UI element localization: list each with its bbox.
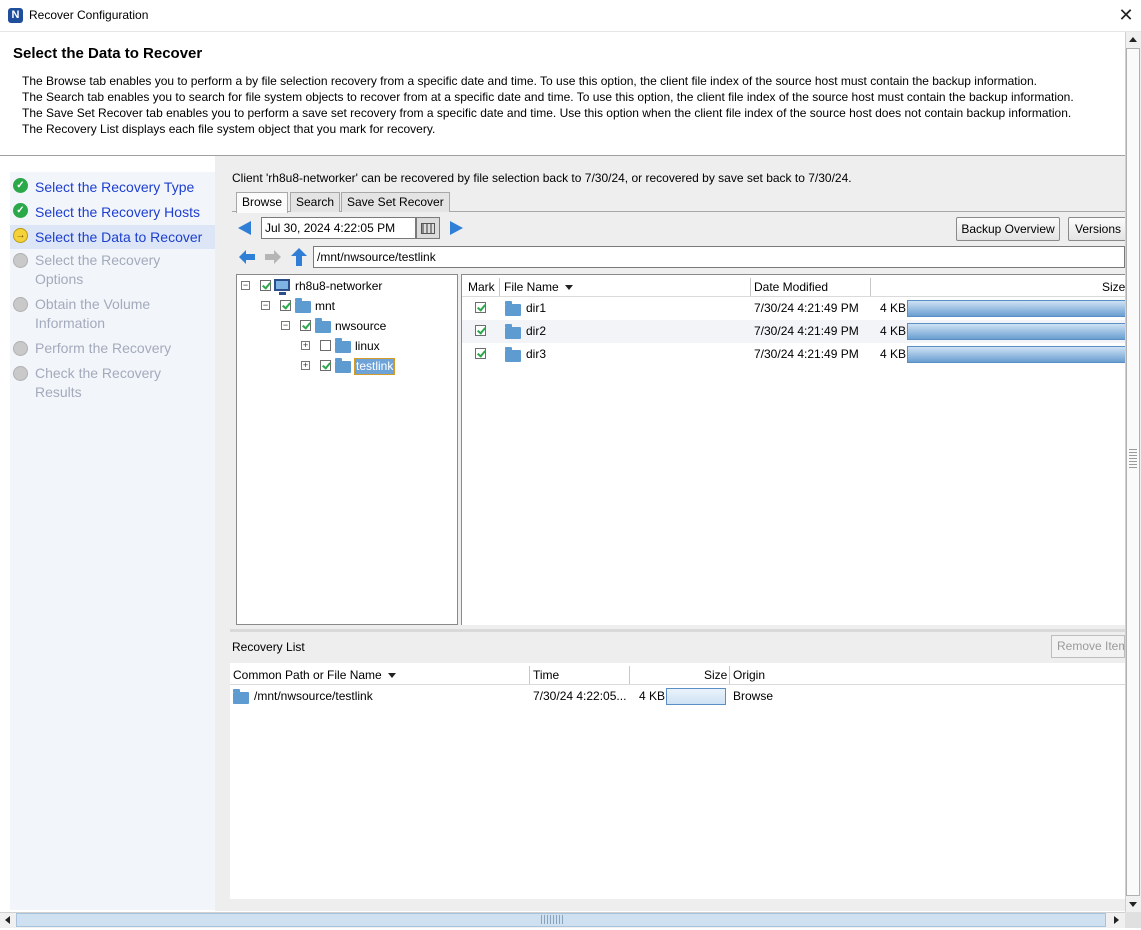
up-arrow-icon[interactable] xyxy=(291,248,307,266)
column-header-mark[interactable]: Mark xyxy=(468,277,495,297)
versions-button[interactable]: Versions xyxy=(1068,217,1128,241)
tree-checkbox[interactable] xyxy=(260,280,271,291)
step-select-data-to-recover[interactable]: → Select the Data to Recover xyxy=(10,225,215,249)
tree-node-mnt[interactable]: − mnt xyxy=(237,297,457,315)
folder-icon xyxy=(335,338,351,353)
scroll-left-icon[interactable] xyxy=(2,914,14,926)
app-logo-icon: N xyxy=(8,8,23,23)
folder-icon xyxy=(233,689,249,704)
column-header-time[interactable]: Time xyxy=(533,665,559,685)
table-row[interactable]: dir3 7/30/24 4:21:49 PM 4 KB xyxy=(462,343,1126,366)
scroll-grip xyxy=(1129,448,1137,468)
expand-icon[interactable]: + xyxy=(301,341,310,350)
wizard-steps: ✓ Select the Recovery Type ✓ Select the … xyxy=(10,172,215,910)
directory-tree: − rh8u8-networker − mnt − nwsource + lin… xyxy=(236,274,458,625)
column-header-file-name[interactable]: File Name xyxy=(504,277,573,297)
size-bar xyxy=(907,323,1126,340)
collapse-icon[interactable]: − xyxy=(261,301,270,310)
file-table-header: Mark File Name Date Modified Size xyxy=(462,275,1126,297)
tree-checkbox[interactable] xyxy=(320,360,331,371)
recovery-list-title: Recovery List xyxy=(232,640,305,654)
pending-circle-icon xyxy=(13,366,28,381)
tree-node-testlink[interactable]: + testlink xyxy=(237,357,457,375)
tree-checkbox[interactable] xyxy=(280,300,291,311)
description-search: The Search tab enables you to search for… xyxy=(22,90,1074,104)
step-select-recovery-type[interactable]: ✓ Select the Recovery Type xyxy=(10,175,215,200)
size-bar xyxy=(666,688,726,705)
table-row[interactable]: dir2 7/30/24 4:21:49 PM 4 KB xyxy=(462,320,1126,343)
folder-icon xyxy=(505,347,521,362)
client-info-text: Client 'rh8u8-networker' can be recovere… xyxy=(232,171,852,185)
remove-item-button[interactable]: Remove Item xyxy=(1051,635,1125,658)
table-row[interactable]: /mnt/nwsource/testlink 7/30/24 4:22:05..… xyxy=(230,685,1125,708)
collapse-icon[interactable]: − xyxy=(281,321,290,330)
calendar-button[interactable] xyxy=(416,217,440,239)
folder-icon xyxy=(335,358,351,373)
browse-date-input[interactable]: Jul 30, 2024 4:22:05 PM xyxy=(261,217,416,239)
next-date-arrow-icon[interactable] xyxy=(450,221,463,235)
forward-arrow-icon xyxy=(265,250,281,264)
step-select-recovery-options: Select the Recovery Options xyxy=(10,250,215,294)
column-header-size[interactable]: Size xyxy=(704,665,727,685)
folder-icon xyxy=(505,301,521,316)
sort-descending-icon xyxy=(387,673,396,679)
size-bar xyxy=(907,300,1126,317)
calendar-icon xyxy=(421,223,435,234)
scroll-grip xyxy=(541,915,565,924)
step-obtain-volume-information: Obtain the Volume Information xyxy=(10,294,215,338)
column-header-common-path[interactable]: Common Path or File Name xyxy=(233,665,396,685)
step-check-recovery-results: Check the Recovery Results xyxy=(10,363,215,407)
description-save-set: The Save Set Recover tab enables you to … xyxy=(22,106,1072,120)
vertical-scroll-thumb[interactable] xyxy=(1126,48,1140,896)
tree-node-linux[interactable]: + linux xyxy=(237,337,457,355)
description-recovery-list: The Recovery List displays each file sys… xyxy=(22,122,436,136)
folder-icon xyxy=(315,318,331,333)
scroll-up-icon[interactable] xyxy=(1127,34,1139,46)
path-input[interactable]: /mnt/nwsource/testlink xyxy=(313,246,1125,268)
collapse-icon[interactable]: − xyxy=(241,281,250,290)
scroll-right-icon[interactable] xyxy=(1110,914,1122,926)
check-circle-icon: ✓ xyxy=(13,203,28,218)
window-title: Recover Configuration xyxy=(29,8,149,22)
tree-checkbox[interactable] xyxy=(320,340,331,351)
column-header-date-modified[interactable]: Date Modified xyxy=(754,277,828,297)
mark-checkbox[interactable] xyxy=(475,348,486,359)
mark-checkbox[interactable] xyxy=(475,302,486,313)
tab-browse[interactable]: Browse xyxy=(236,192,289,213)
pending-circle-icon xyxy=(13,297,28,312)
arrow-circle-icon: → xyxy=(13,228,28,243)
step-select-recovery-hosts[interactable]: ✓ Select the Recovery Hosts xyxy=(10,200,215,225)
folder-icon xyxy=(295,298,311,313)
tab-search[interactable]: Search xyxy=(290,192,341,212)
title-bar xyxy=(0,0,1141,32)
description-browse: The Browse tab enables you to perform a … xyxy=(22,74,1037,88)
tree-node-nwsource[interactable]: − nwsource xyxy=(237,317,457,335)
computer-icon xyxy=(274,279,290,295)
backup-overview-button[interactable]: Backup Overview xyxy=(956,217,1060,241)
sort-descending-icon xyxy=(564,285,573,291)
tree-node-rh8u8-networker[interactable]: − rh8u8-networker xyxy=(237,277,457,295)
mark-checkbox[interactable] xyxy=(475,325,486,336)
recovery-list-table: Common Path or File Name Time Size Origi… xyxy=(230,663,1125,899)
pending-circle-icon xyxy=(13,341,28,356)
column-header-origin[interactable]: Origin xyxy=(733,665,765,685)
close-button[interactable]: ✕ xyxy=(1114,4,1138,26)
pending-circle-icon xyxy=(13,253,28,268)
size-bar xyxy=(907,346,1126,363)
file-table: Mark File Name Date Modified Size dir1 7… xyxy=(461,274,1126,625)
table-row[interactable]: dir1 7/30/24 4:21:49 PM 4 KB xyxy=(462,297,1126,320)
scroll-corner xyxy=(1125,912,1141,928)
recovery-list-header: Common Path or File Name Time Size Origi… xyxy=(230,663,1125,685)
page-title: Select the Data to Recover xyxy=(13,45,203,62)
tree-checkbox[interactable] xyxy=(300,320,311,331)
step-perform-recovery: Perform the Recovery xyxy=(10,338,215,363)
back-arrow-icon[interactable] xyxy=(239,250,255,264)
scroll-down-icon[interactable] xyxy=(1127,898,1139,910)
expand-icon[interactable]: + xyxy=(301,361,310,370)
previous-date-arrow-icon[interactable] xyxy=(238,221,251,235)
column-header-size[interactable]: Size xyxy=(1102,277,1125,297)
tab-save-set-recover[interactable]: Save Set Recover xyxy=(341,192,450,212)
check-circle-icon: ✓ xyxy=(13,178,28,193)
folder-icon xyxy=(505,324,521,339)
